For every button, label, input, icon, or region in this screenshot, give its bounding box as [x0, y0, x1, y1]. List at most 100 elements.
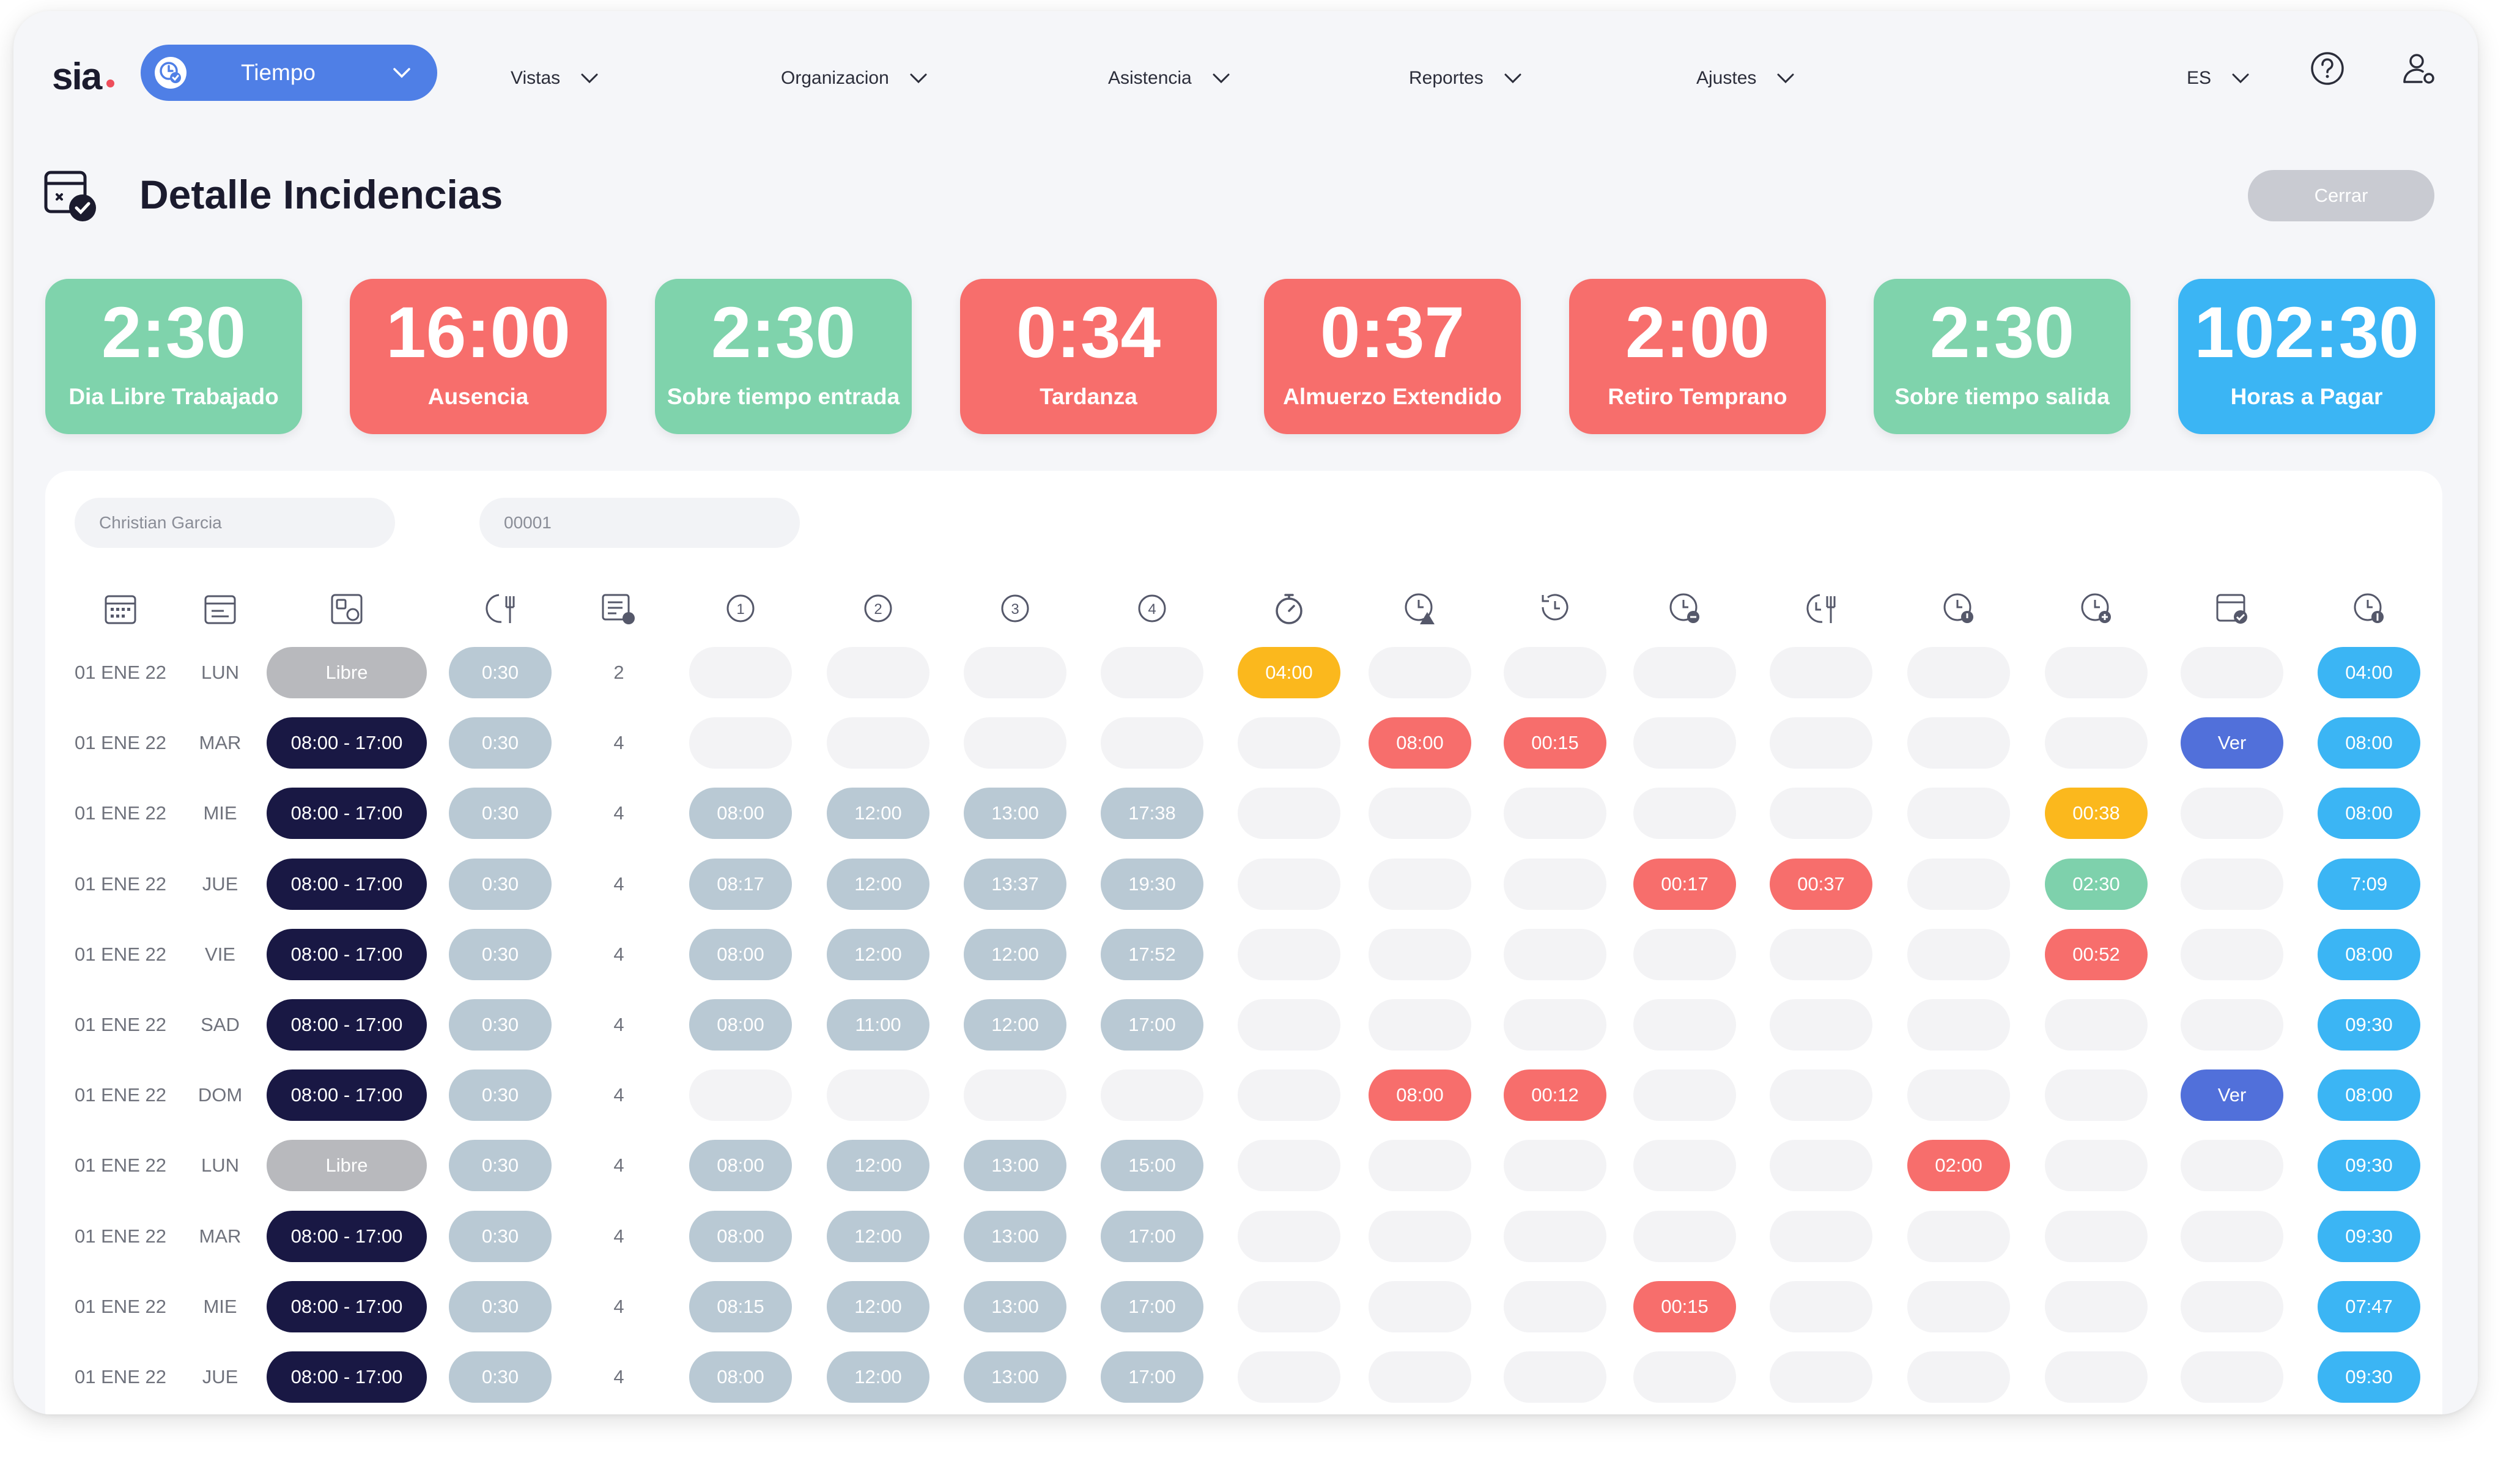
incidence-pill[interactable] [1369, 788, 1471, 840]
mark-pill[interactable]: 12:00 [827, 1280, 929, 1332]
lunch-pill[interactable]: 0:30 [449, 647, 552, 698]
incidence-pill[interactable] [1907, 999, 2010, 1051]
schedule-pill[interactable]: 08:00 - 17:00 [267, 928, 427, 980]
incidence-pill[interactable] [1633, 1210, 1736, 1262]
mark-pill[interactable]: 17:00 [1101, 1210, 1203, 1262]
mark-pill[interactable]: 12:00 [964, 928, 1066, 980]
mark-pill[interactable]: 12:00 [827, 1210, 929, 1262]
incidence-pill[interactable]: 00:38 [2045, 788, 2148, 840]
incidence-pill[interactable] [1633, 647, 1736, 698]
mark-pill[interactable]: 11:00 [827, 999, 929, 1051]
incidence-pill[interactable] [1633, 1351, 1736, 1403]
summary-card[interactable]: 0:34 Tardanza [960, 279, 1217, 434]
nav-organizacion[interactable]: Organizacion [781, 67, 929, 89]
schedule-pill[interactable]: 08:00 - 17:00 [267, 1069, 427, 1121]
incidence-pill[interactable] [1238, 788, 1340, 840]
incidence-pill[interactable]: 08:00 [1369, 1069, 1471, 1121]
schedule-pill[interactable]: 08:00 - 17:00 [267, 1210, 427, 1262]
nav-ajustes[interactable]: Ajustes [1696, 67, 1797, 89]
lunch-pill[interactable]: 0:30 [449, 1351, 552, 1403]
incidence-pill[interactable] [1633, 717, 1736, 769]
incidence-pill[interactable] [1907, 858, 2010, 910]
incidence-pill[interactable] [1504, 999, 1606, 1051]
summary-card[interactable]: 2:00 Retiro Temprano [1569, 279, 1826, 434]
incidence-pill[interactable] [2181, 1140, 2283, 1192]
incidence-pill[interactable] [1907, 928, 2010, 980]
mark-pill[interactable]: 08:00 [689, 999, 792, 1051]
incidence-pill[interactable] [1770, 928, 1872, 980]
mark-pill[interactable]: 13:00 [964, 1351, 1066, 1403]
incidence-pill[interactable] [2045, 717, 2148, 769]
nav-asistencia[interactable]: Asistencia [1108, 67, 1232, 89]
pay-hours-pill[interactable]: 04:00 [2318, 647, 2420, 698]
incidence-pill[interactable] [1238, 858, 1340, 910]
mark-pill[interactable]: 12:00 [827, 1140, 929, 1192]
mark-pill[interactable]: 12:00 [827, 858, 929, 910]
incidence-pill[interactable] [1770, 1280, 1872, 1332]
mark-pill[interactable]: 08:00 [689, 788, 792, 840]
incidence-pill[interactable]: 02:00 [1907, 1140, 2010, 1192]
incidence-pill[interactable] [2045, 999, 2148, 1051]
incidence-pill[interactable] [1238, 1351, 1340, 1403]
mark-pill[interactable]: 13:00 [964, 1280, 1066, 1332]
pay-hours-pill[interactable]: 09:30 [2318, 1351, 2420, 1403]
mark-pill[interactable] [689, 717, 792, 769]
incidence-pill[interactable] [1504, 788, 1606, 840]
mark-pill[interactable]: 17:00 [1101, 999, 1203, 1051]
mark-pill[interactable]: 08:00 [689, 1351, 792, 1403]
incidence-pill[interactable] [1770, 1069, 1872, 1121]
nav-vistas[interactable]: Vistas [511, 67, 600, 89]
lunch-pill[interactable]: 0:30 [449, 858, 552, 910]
mark-pill[interactable] [827, 717, 929, 769]
incidence-pill[interactable] [2181, 999, 2283, 1051]
incidence-pill[interactable] [1504, 928, 1606, 980]
incidence-pill[interactable] [1770, 1351, 1872, 1403]
incidence-pill[interactable] [2045, 1351, 2148, 1403]
incidence-pill[interactable] [2181, 1351, 2283, 1403]
view-button[interactable]: Ver [2181, 1069, 2283, 1121]
lunch-pill[interactable]: 0:30 [449, 717, 552, 769]
pay-hours-pill[interactable]: 08:00 [2318, 1069, 2420, 1121]
incidence-pill[interactable] [1907, 717, 2010, 769]
mark-pill[interactable] [827, 647, 929, 698]
summary-card[interactable]: 2:30 Sobre tiempo salida [1874, 279, 2130, 434]
pay-hours-pill[interactable]: 08:00 [2318, 928, 2420, 980]
lunch-pill[interactable]: 0:30 [449, 1140, 552, 1192]
incidence-pill[interactable]: 00:15 [1504, 717, 1606, 769]
mark-pill[interactable]: 08:00 [689, 1210, 792, 1262]
incidence-pill[interactable] [1238, 1210, 1340, 1262]
incidence-pill[interactable]: 08:00 [1369, 717, 1471, 769]
incidence-pill[interactable] [1369, 999, 1471, 1051]
close-button[interactable]: Cerrar [2248, 170, 2434, 221]
incidence-pill[interactable] [1504, 858, 1606, 910]
incidence-pill[interactable] [1369, 928, 1471, 980]
incidence-pill[interactable] [1369, 1210, 1471, 1262]
mark-pill[interactable]: 08:00 [689, 1140, 792, 1192]
incidence-pill[interactable]: 00:12 [1504, 1069, 1606, 1121]
incidence-pill[interactable] [1770, 788, 1872, 840]
incidence-pill[interactable] [1770, 1140, 1872, 1192]
incidence-pill[interactable] [1770, 647, 1872, 698]
lunch-pill[interactable]: 0:30 [449, 1069, 552, 1121]
incidence-pill[interactable]: 00:52 [2045, 928, 2148, 980]
incidence-pill[interactable] [1238, 717, 1340, 769]
incidence-pill[interactable] [1504, 1280, 1606, 1332]
lunch-pill[interactable]: 0:30 [449, 1210, 552, 1262]
nav-reportes[interactable]: Reportes [1409, 67, 1524, 89]
incidence-pill[interactable] [1907, 647, 2010, 698]
incidence-pill[interactable] [1238, 1280, 1340, 1332]
schedule-pill[interactable]: 08:00 - 17:00 [267, 999, 427, 1051]
incidence-pill[interactable]: 00:15 [1633, 1280, 1736, 1332]
user-settings-icon[interactable] [2401, 50, 2437, 87]
pay-hours-pill[interactable]: 09:30 [2318, 999, 2420, 1051]
mark-pill[interactable]: 13:00 [964, 1210, 1066, 1262]
mark-pill[interactable]: 08:15 [689, 1280, 792, 1332]
incidence-pill[interactable] [2181, 1210, 2283, 1262]
language-selector[interactable]: ES [2187, 67, 2252, 89]
mark-pill[interactable] [964, 717, 1066, 769]
schedule-pill[interactable]: 08:00 - 17:00 [267, 788, 427, 840]
mark-pill[interactable]: 13:37 [964, 858, 1066, 910]
lunch-pill[interactable]: 0:30 [449, 1280, 552, 1332]
incidence-pill[interactable] [1369, 1140, 1471, 1192]
pay-hours-pill[interactable]: 08:00 [2318, 788, 2420, 840]
